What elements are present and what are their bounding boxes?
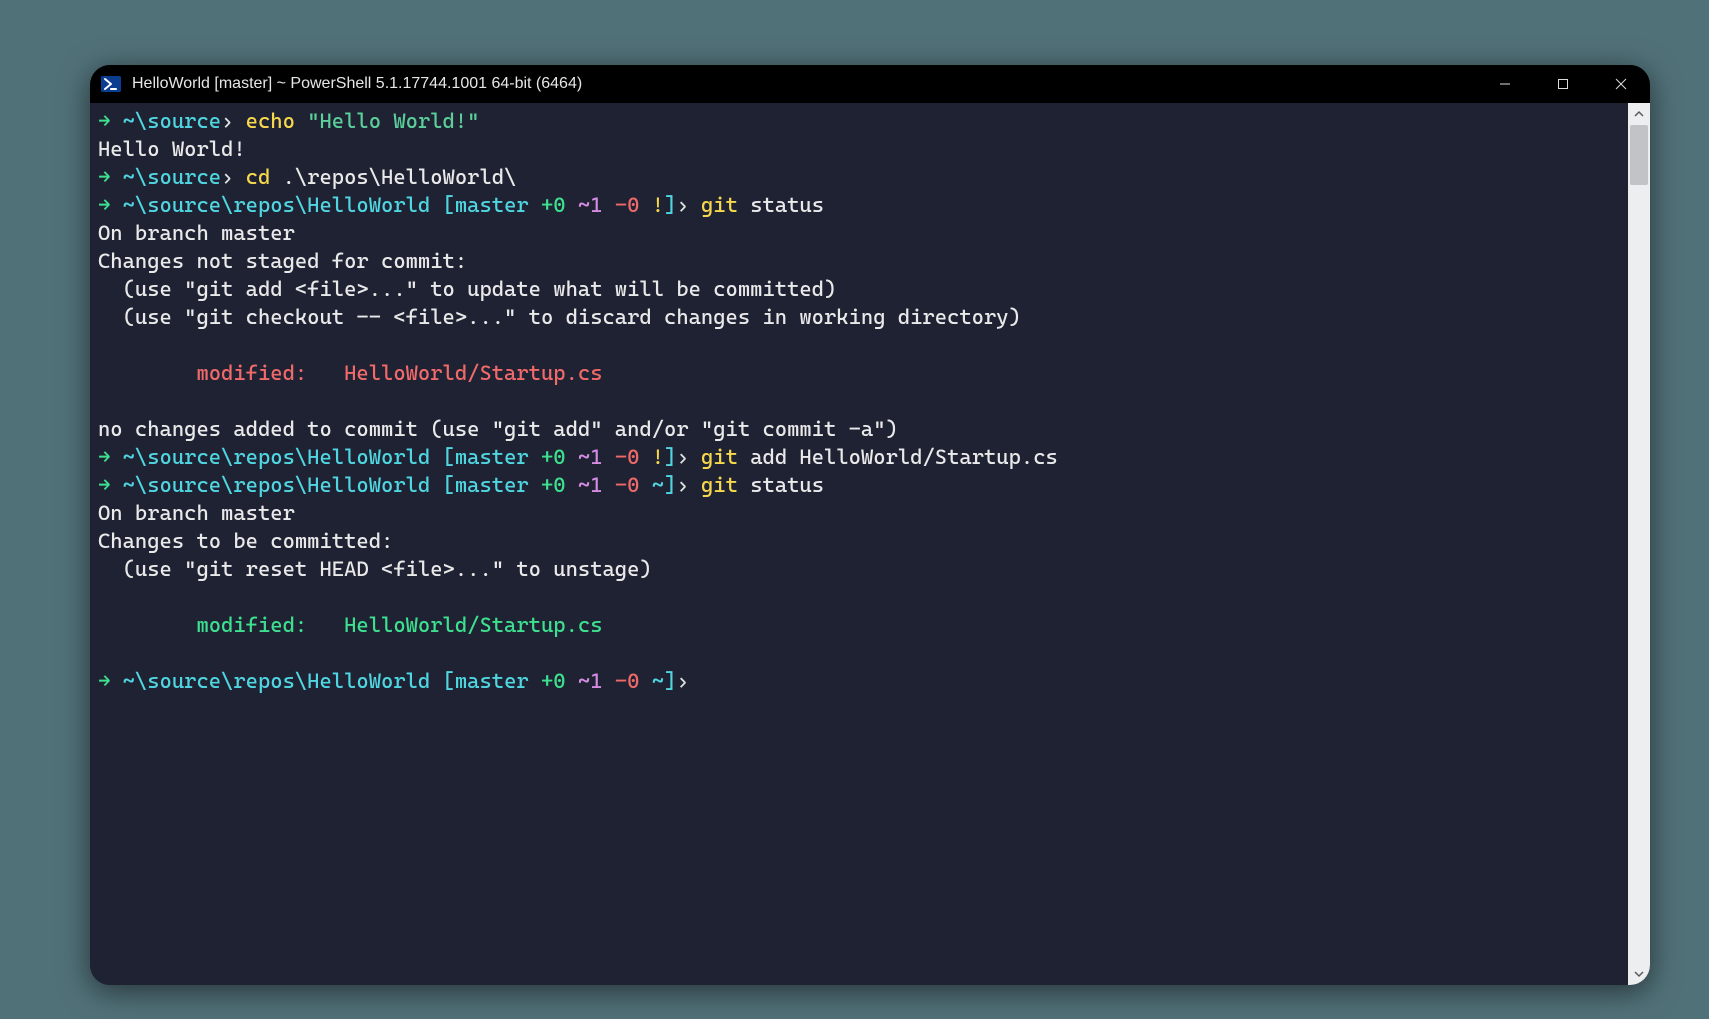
prompt-branch-open: [ <box>430 473 455 497</box>
cmd-echo-arg: "Hello World!" <box>295 109 480 133</box>
prompt-branch: master <box>455 473 529 497</box>
cmd-git-arg: status <box>738 473 824 497</box>
maximize-button[interactable] <box>1534 65 1592 103</box>
prompt-minus: -0 <box>603 193 640 217</box>
cmd-git-arg: status <box>738 193 824 217</box>
prompt-arrow: → <box>98 193 123 217</box>
output-line: On branch master <box>98 221 295 245</box>
cmd-git: git <box>701 445 738 469</box>
prompt-branch: master <box>455 445 529 469</box>
window-title: HelloWorld [master] ~ PowerShell 5.1.177… <box>132 75 582 93</box>
output-modified-green: modified: HelloWorld/Startup.cs <box>98 613 603 637</box>
prompt-path: ~\source\repos\HelloWorld <box>123 473 431 497</box>
prompt-branch-open: [ <box>430 669 455 693</box>
powershell-window: HelloWorld [master] ~ PowerShell 5.1.177… <box>90 65 1650 985</box>
prompt-angle: › <box>676 445 688 469</box>
scroll-thumb[interactable] <box>1630 125 1648 185</box>
prompt-branch-close: ] <box>664 193 676 217</box>
prompt-path: ~\source\repos\HelloWorld <box>123 669 431 693</box>
minimize-button[interactable] <box>1476 65 1534 103</box>
close-button[interactable] <box>1592 65 1650 103</box>
powershell-icon <box>100 73 122 95</box>
prompt-angle: › <box>676 669 688 693</box>
prompt-tildex: ~ <box>639 473 664 497</box>
terminal-content[interactable]: → ~\source› echo "Hello World!" Hello Wo… <box>90 103 1628 985</box>
cmd-git: git <box>701 473 738 497</box>
prompt-bang: ! <box>639 193 664 217</box>
vertical-scrollbar[interactable] <box>1628 103 1650 985</box>
prompt-branch-close: ] <box>664 473 676 497</box>
cmd-git-arg: add HelloWorld/Startup.cs <box>738 445 1058 469</box>
output-line: (use "git reset HEAD <file>..." to unsta… <box>98 557 652 581</box>
prompt-tilde: ~1 <box>566 445 603 469</box>
prompt-angle: › <box>221 165 233 189</box>
prompt-branch: master <box>455 669 529 693</box>
cmd-echo: echo <box>246 109 295 133</box>
prompt-arrow: → <box>98 165 123 189</box>
prompt-arrow: → <box>98 473 123 497</box>
prompt-branch-close: ] <box>664 445 676 469</box>
output-line: no changes added to commit (use "git add… <box>98 417 898 441</box>
prompt-plus: +0 <box>529 473 566 497</box>
prompt-plus: +0 <box>529 193 566 217</box>
output-line: On branch master <box>98 501 295 525</box>
output-line: Changes not staged for commit: <box>98 249 467 273</box>
prompt-path: ~\source <box>123 165 221 189</box>
output-line: Hello World! <box>98 137 246 161</box>
prompt-angle: › <box>676 473 688 497</box>
prompt-minus: -0 <box>603 473 640 497</box>
prompt-branch-open: [ <box>430 445 455 469</box>
scroll-down-icon[interactable] <box>1628 963 1650 985</box>
prompt-tilde: ~1 <box>566 669 603 693</box>
prompt-plus: +0 <box>529 445 566 469</box>
prompt-arrow: → <box>98 109 123 133</box>
prompt-minus: -0 <box>603 669 640 693</box>
prompt-angle: › <box>676 193 688 217</box>
prompt-path: ~\source <box>123 109 221 133</box>
prompt-arrow: → <box>98 445 123 469</box>
prompt-branch: master <box>455 193 529 217</box>
cmd-cd-arg: .\repos\HelloWorld\ <box>270 165 516 189</box>
prompt-arrow: → <box>98 669 123 693</box>
output-line: (use "git add <file>..." to update what … <box>98 277 836 301</box>
prompt-branch-close: ] <box>664 669 676 693</box>
prompt-tilde: ~1 <box>566 473 603 497</box>
prompt-path: ~\source\repos\HelloWorld <box>123 445 431 469</box>
cmd-cd: cd <box>246 165 271 189</box>
prompt-bang: ! <box>639 445 664 469</box>
prompt-tildex: ~ <box>639 669 664 693</box>
output-line: Changes to be committed: <box>98 529 393 553</box>
terminal-area: → ~\source› echo "Hello World!" Hello Wo… <box>90 103 1650 985</box>
scroll-up-icon[interactable] <box>1628 103 1650 125</box>
prompt-plus: +0 <box>529 669 566 693</box>
output-line: (use "git checkout -- <file>..." to disc… <box>98 305 1021 329</box>
prompt-angle: › <box>221 109 233 133</box>
prompt-tilde: ~1 <box>566 193 603 217</box>
output-modified-red: modified: HelloWorld/Startup.cs <box>98 361 603 385</box>
titlebar[interactable]: HelloWorld [master] ~ PowerShell 5.1.177… <box>90 65 1650 103</box>
prompt-branch-open: [ <box>430 193 455 217</box>
prompt-minus: -0 <box>603 445 640 469</box>
prompt-path: ~\source\repos\HelloWorld <box>123 193 431 217</box>
cmd-git: git <box>701 193 738 217</box>
